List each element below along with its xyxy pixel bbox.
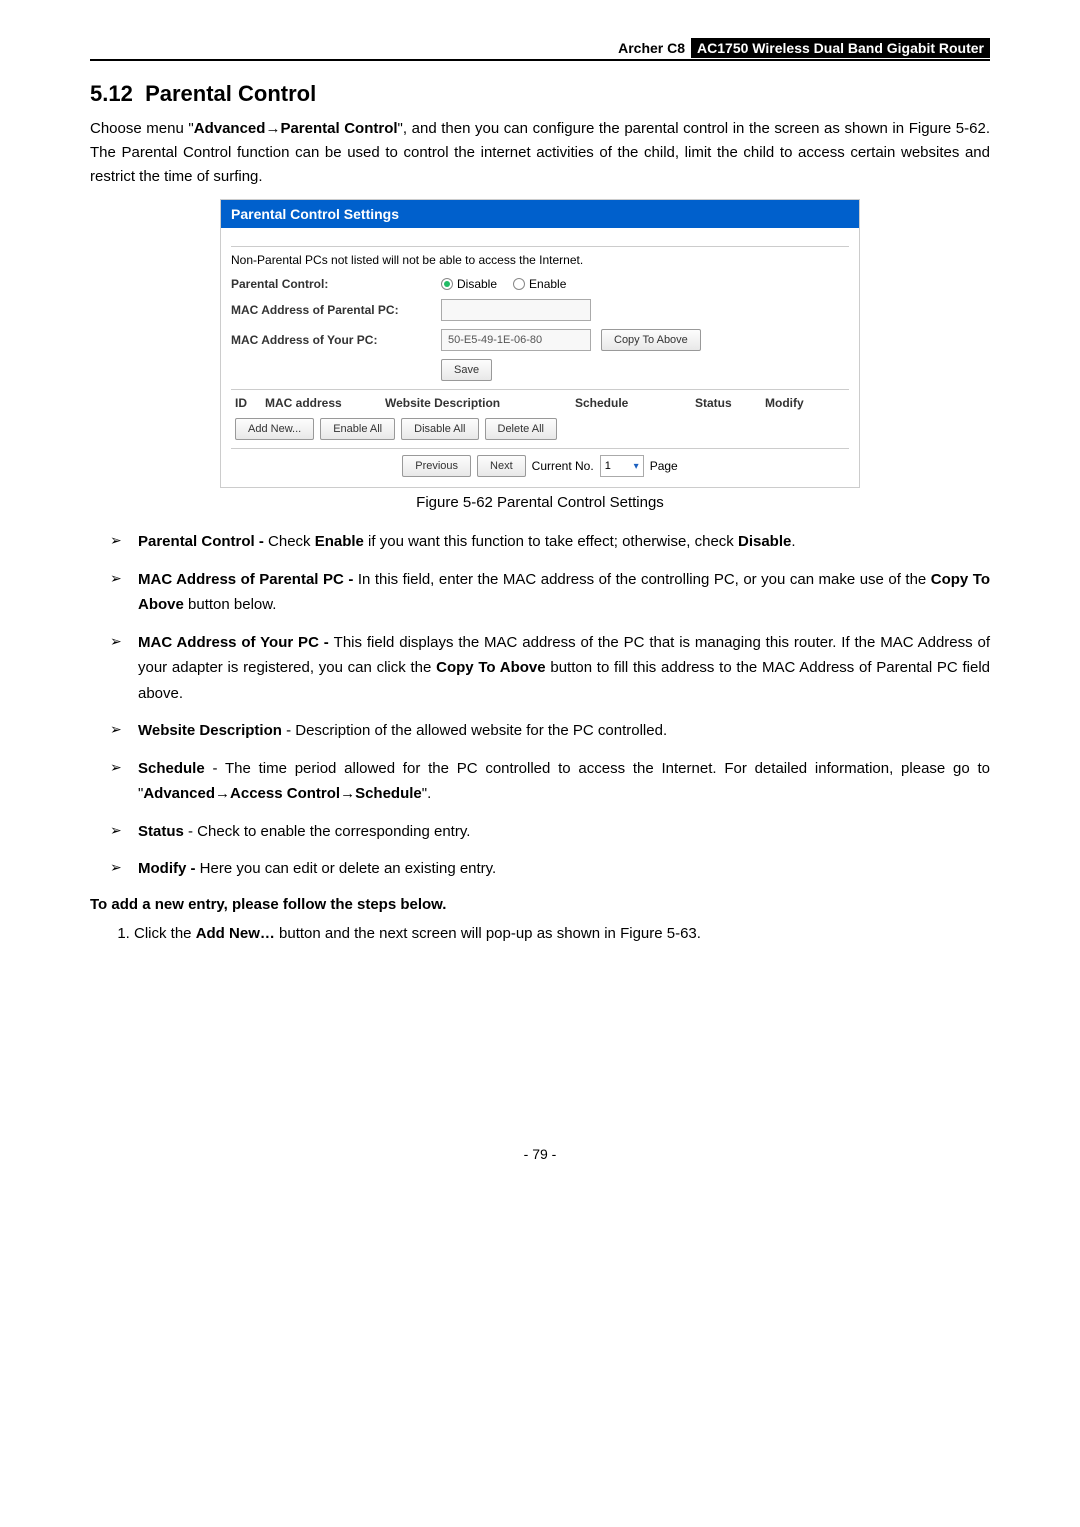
next-button[interactable]: Next — [477, 455, 526, 477]
section-title: Parental Control — [145, 81, 316, 106]
th-schedule: Schedule — [575, 396, 695, 410]
header-desc: AC1750 Wireless Dual Band Gigabit Router — [691, 38, 990, 58]
radio-icon — [441, 278, 453, 290]
section-heading: 5.12 Parental Control — [90, 81, 990, 107]
page-label: Page — [650, 459, 678, 473]
delete-all-button[interactable]: Delete All — [485, 418, 557, 440]
page-number: - 79 - — [90, 1146, 990, 1162]
note-text: Non-Parental PCs not listed will not be … — [231, 253, 849, 267]
copy-to-above-button[interactable]: Copy To Above — [601, 329, 701, 351]
figure-caption: Figure 5-62 Parental Control Settings — [90, 494, 990, 511]
settings-screenshot: Parental Control Settings Non-Parental P… — [220, 199, 860, 488]
bullet-parental-control: Parental Control - Check Enable if you w… — [110, 529, 990, 555]
label-parental-control: Parental Control: — [231, 277, 441, 291]
step-1: Click the Add New… button and the next s… — [134, 921, 990, 947]
bullet-website-desc: Website Description - Description of the… — [110, 718, 990, 744]
bullet-schedule: Schedule - The time period allowed for t… — [110, 756, 990, 807]
page-header: Archer C8AC1750 Wireless Dual Band Gigab… — [90, 40, 990, 61]
th-id: ID — [235, 396, 265, 410]
input-mac-parental[interactable] — [441, 299, 591, 321]
bullet-status: Status - Check to enable the correspondi… — [110, 819, 990, 845]
bullet-mac-your: MAC Address of Your PC - This field disp… — [110, 630, 990, 707]
header-model: Archer C8 — [612, 38, 691, 58]
page-select[interactable]: 1 ▾ — [600, 455, 644, 477]
save-button[interactable]: Save — [441, 359, 492, 381]
bullet-mac-parental: MAC Address of Parental PC - In this fie… — [110, 567, 990, 618]
section-number: 5.12 — [90, 81, 133, 106]
th-status: Status — [695, 396, 765, 410]
disable-all-button[interactable]: Disable All — [401, 418, 478, 440]
current-no-label: Current No. — [532, 459, 594, 473]
label-mac-parental: MAC Address of Parental PC: — [231, 303, 441, 317]
th-web: Website Description — [385, 396, 575, 410]
radio-icon — [513, 278, 525, 290]
enable-all-button[interactable]: Enable All — [320, 418, 395, 440]
radio-disable[interactable]: Disable — [441, 277, 497, 291]
label-mac-your: MAC Address of Your PC: — [231, 333, 441, 347]
previous-button[interactable]: Previous — [402, 455, 471, 477]
add-new-button[interactable]: Add New... — [235, 418, 314, 440]
table-header-row: ID MAC address Website Description Sched… — [231, 396, 849, 410]
input-mac-your[interactable] — [441, 329, 591, 351]
subheading: To add a new entry, please follow the st… — [90, 896, 990, 913]
panel-title: Parental Control Settings — [221, 200, 859, 228]
chevron-down-icon: ▾ — [634, 461, 639, 472]
th-mac: MAC address — [265, 396, 385, 410]
bullet-modify: Modify - Here you can edit or delete an … — [110, 856, 990, 882]
intro-paragraph: Choose menu "Advanced→Parental Control",… — [90, 117, 990, 189]
radio-enable[interactable]: Enable — [513, 277, 566, 291]
th-modify: Modify — [765, 396, 825, 410]
